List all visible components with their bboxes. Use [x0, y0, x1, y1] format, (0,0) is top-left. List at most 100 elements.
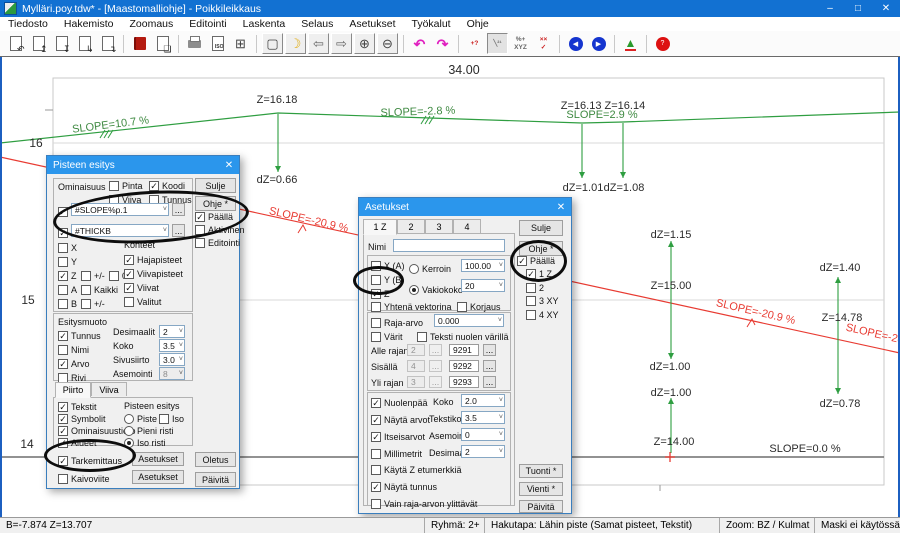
iso-risti-radio[interactable]: Iso risti [124, 437, 166, 448]
kaivoviite-asetukset-button[interactable]: Asetukset [132, 470, 184, 484]
page-copy-icon[interactable]: ❏ [152, 33, 173, 54]
slope-attribute-combo[interactable]: #SLOPE%p.1˅ [71, 203, 169, 216]
help-icon[interactable]: ? [652, 33, 673, 54]
close-button[interactable]: ✕ [872, 0, 900, 17]
asetukset-close-icon[interactable]: ✕ [553, 202, 569, 213]
valitut-checkbox[interactable]: Valitut [124, 296, 161, 307]
z-plus-minus-checkbox[interactable]: +/- [81, 270, 105, 281]
b-checkbox[interactable]: B [58, 298, 77, 309]
redo-icon[interactable]: ↷ [432, 33, 453, 54]
kerroin-radio[interactable]: Kerroin [409, 263, 451, 274]
menu-editointi[interactable]: Editointi [181, 18, 234, 30]
tunnus-esitysmuoto-checkbox[interactable]: ✓Tunnus [58, 330, 101, 341]
millimetrit-checkbox[interactable]: Millimetrit [371, 448, 422, 459]
sisalla-code-field[interactable]: 9292 [449, 360, 479, 372]
kaivoviite-checkbox[interactable]: Kaivoviite [58, 473, 110, 484]
doc-first-icon[interactable]: ↥ [28, 33, 49, 54]
alle-rajan-color-field[interactable]: 2 [407, 344, 425, 356]
p-ivit-button[interactable]: Päivitä [195, 472, 236, 487]
iso-checkbox[interactable]: Iso [159, 413, 184, 424]
viivapisteet-checkbox[interactable]: ✓Viivapisteet [124, 268, 183, 279]
zoom-extents-icon[interactable]: ▢ [262, 33, 283, 54]
query-point-icon[interactable]: +? [464, 33, 485, 54]
asemointi-combo[interactable]: 8˅ [159, 367, 185, 380]
vakiokoko-combo[interactable]: 20˅ [461, 279, 505, 292]
yli-rajan-code-field[interactable]: 9293 [449, 376, 479, 388]
tab-piirto[interactable]: Piirto [55, 382, 91, 398]
viivat-checkbox[interactable]: ✓Viivat [124, 282, 159, 293]
p-ll-checkbox[interactable]: ✓Päällä [195, 211, 233, 222]
sisalla-color-browse[interactable]: ... [429, 360, 442, 372]
zoom-in-icon[interactable]: ⊕ [354, 33, 375, 54]
alle-rajan-code-field[interactable]: 9291 [449, 344, 479, 356]
minimize-button[interactable]: – [816, 0, 844, 17]
undo-icon[interactable]: ↶ [409, 33, 430, 54]
tab-3[interactable]: 3 [425, 219, 453, 233]
a-checkbox[interactable]: A [58, 284, 77, 295]
hajapisteet-checkbox[interactable]: ✓Hajapisteet [124, 254, 182, 265]
y-b-checkbox[interactable]: Y (B) [371, 274, 404, 285]
ohje-button-2[interactable]: Ohje * [519, 241, 563, 256]
desimaalit-2-combo[interactable]: 2˅ [461, 445, 505, 458]
moon-icon[interactable]: ☽ [285, 33, 306, 54]
nuolenp-checkbox[interactable]: ✓Nuolenpää [371, 397, 428, 408]
p-ll-checkbox-2[interactable]: ✓Päällä [517, 255, 555, 266]
iso-page-icon[interactable]: ISO [207, 33, 228, 54]
x-checkbox[interactable]: X [58, 242, 77, 253]
menu-zoomaus[interactable]: Zoomaus [122, 18, 182, 30]
koko-combo[interactable]: 3.5˅ [159, 339, 185, 352]
yhten-vektorina-checkbox[interactable]: Yhtenä vektorina [371, 301, 452, 312]
thickb-attribute-combo[interactable]: #THICKB˅ [71, 224, 169, 237]
n-yt-tunnus-checkbox[interactable]: ✓Näytä tunnus [371, 481, 437, 492]
v-rit-checkbox[interactable]: Värit [371, 331, 403, 342]
thickb-attribute-browse-button[interactable]: ... [172, 224, 185, 237]
1-z-checkbox[interactable]: ✓1 Z [526, 268, 552, 279]
b-plus-minus-checkbox[interactable]: +/- [81, 298, 105, 309]
k-yt-z-etumerkki-checkbox[interactable]: Käytä Z etumerkkiä [371, 464, 462, 475]
tekstikoko-combo[interactable]: 3.5˅ [461, 411, 505, 424]
yli-rajan-color-field[interactable]: 3 [407, 376, 425, 388]
doc-next-icon[interactable]: ↴ [97, 33, 118, 54]
menu-hakemisto[interactable]: Hakemisto [56, 18, 122, 30]
doc-copy-icon[interactable]: ↳ [74, 33, 95, 54]
kaikki-checkbox[interactable]: Kaikki [81, 284, 118, 295]
raja-arvo-checkbox[interactable]: Raja-arvo [371, 317, 423, 328]
slope-attribute-enable[interactable]: ✓ [58, 206, 68, 217]
z-axis-checkbox[interactable]: ✓Z [371, 288, 390, 299]
tekstit-checkbox[interactable]: ✓Tekstit [58, 401, 97, 412]
alle-rajan-color-browse[interactable]: ... [429, 344, 442, 356]
alueet-checkbox[interactable]: ✓Alueet [58, 437, 97, 448]
maximize-button[interactable]: □ [844, 0, 872, 17]
korjaus-checkbox[interactable]: Korjaus [457, 301, 501, 312]
pisteen-esitys-close-icon[interactable]: ✕ [221, 160, 237, 171]
3-xy-checkbox[interactable]: 3 XY [526, 295, 559, 306]
slope-attribute-browse-button[interactable]: ... [172, 203, 185, 216]
menu-ty-kalut[interactable]: Työkalut [403, 18, 458, 30]
nuoli-koko-combo[interactable]: 2.0˅ [461, 394, 505, 407]
pan-left-icon[interactable]: ⇦ [308, 33, 329, 54]
layer-2-checkbox[interactable]: 2 [526, 282, 544, 293]
desimaalit-combo[interactable]: 2˅ [159, 325, 185, 338]
tarkemittaus-checkbox[interactable]: ✓Tarkemittaus [58, 455, 122, 466]
tab-viiva[interactable]: Viiva [91, 382, 127, 396]
doc-insert-icon[interactable]: ↧ [51, 33, 72, 54]
tuonti-button[interactable]: Tuonti * [519, 464, 563, 478]
sivusiirto-combo[interactable]: 3.0˅ [159, 353, 185, 366]
vienti-button[interactable]: Vienti * [519, 482, 563, 496]
doc-prev-icon[interactable]: ↶ [5, 33, 26, 54]
red-book-icon[interactable] [129, 33, 150, 54]
pan-right-icon[interactable]: ⇨ [331, 33, 352, 54]
tab-4[interactable]: 4 [453, 219, 481, 233]
thickb-attribute-enable[interactable]: ✓ [58, 227, 68, 238]
menu-asetukset[interactable]: Asetukset [341, 18, 403, 30]
vain-raja-arvon-ylitt-v-t-checkbox[interactable]: Vain raja-arvon ylittävät [371, 498, 477, 509]
aktivinen-checkbox[interactable]: Aktivinen [195, 224, 245, 235]
asemointi-2-combo[interactable]: 0˅ [461, 428, 505, 441]
window-layout-icon[interactable]: ⊞ [230, 33, 251, 54]
tab-2[interactable]: 2 [397, 219, 425, 233]
piste-radio[interactable]: Piste [124, 413, 157, 424]
x-a-checkbox[interactable]: X (A) [371, 260, 405, 271]
surface-model-icon[interactable]: ▲ [620, 33, 641, 54]
pinta-checkbox[interactable]: Pinta [109, 180, 143, 191]
sulje-button[interactable]: Sulje [195, 178, 236, 193]
